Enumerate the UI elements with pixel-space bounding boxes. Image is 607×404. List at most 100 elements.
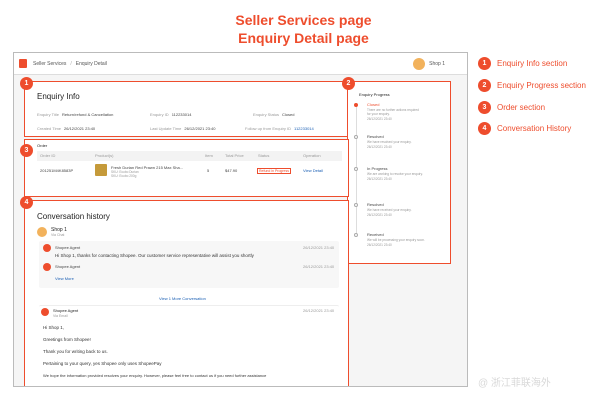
progress-step-time: 26/12/2021 23:40 bbox=[367, 117, 392, 121]
agent-avatar bbox=[43, 263, 51, 271]
progress-step-time: 26/12/2021 23:40 bbox=[367, 213, 392, 217]
progress-step-desc-2: for your enquiry. bbox=[367, 112, 390, 116]
order-table-header bbox=[37, 151, 342, 161]
total-price-cell: $47.90 bbox=[225, 168, 238, 173]
item-count-cell: 5 bbox=[207, 168, 210, 173]
order-status-badge: Refund in Progress bbox=[257, 168, 291, 174]
progress-step-desc: We have resolved your enquiry. bbox=[367, 140, 412, 144]
shopee-logo-icon[interactable] bbox=[19, 59, 27, 68]
conversation-history-title: Conversation history bbox=[37, 212, 110, 221]
order-title: Order bbox=[37, 143, 48, 148]
order-header-item: Item bbox=[205, 153, 213, 158]
message-text: Hi Shop 1, thanks for contacting Shopee.… bbox=[55, 253, 254, 258]
agent-channel: Via Email bbox=[53, 314, 68, 318]
legend-label: Enquiry Progress section bbox=[497, 81, 586, 90]
order-header-id: Order ID bbox=[40, 153, 56, 158]
enquiry-title-label: Enquiry Title bbox=[37, 112, 60, 117]
enquiry-info-section: 1 Enquiry Info Enquiry Title Return/refun… bbox=[20, 77, 349, 137]
heading-enquiry-detail: Enquiry Detail page bbox=[238, 30, 369, 46]
progress-step-desc: We will be processing your enquiry soon. bbox=[367, 238, 425, 242]
created-time-value: 26/12/2021 23:40 bbox=[64, 126, 96, 131]
view-detail-link[interactable]: View Detail bbox=[303, 168, 323, 173]
agent-message-line: Hi Shop 1, bbox=[43, 325, 65, 330]
last-update-label: Last Update Time bbox=[150, 126, 182, 131]
order-header-price: Total Price bbox=[225, 153, 244, 158]
section-badge-2: 2 bbox=[342, 77, 355, 90]
progress-step-dot bbox=[354, 135, 358, 139]
legend-item-conversation: 4 Conversation History bbox=[478, 122, 571, 135]
progress-step-dot bbox=[354, 233, 358, 237]
agent-avatar bbox=[43, 244, 51, 252]
follow-up-label: Follow up from Enquiry ID bbox=[245, 126, 292, 131]
enquiry-info-title: Enquiry Info bbox=[37, 92, 80, 101]
legend-item-enquiry-progress: 2 Enquiry Progress section bbox=[478, 79, 586, 92]
progress-step-name: Received bbox=[367, 232, 384, 237]
breadcrumb-enquiry-detail: Enquiry Detail bbox=[75, 61, 107, 67]
last-update-value: 26/12/2021 23:40 bbox=[184, 126, 216, 131]
enquiry-status-value: Closed bbox=[282, 112, 295, 117]
shop-account[interactable]: Shop 1 bbox=[413, 58, 445, 70]
progress-step-name: In Progress bbox=[367, 166, 388, 171]
progress-step-time: 26/12/2021 23:40 bbox=[367, 243, 392, 247]
agent-message-line: Pertaining to your query, yes Shopee onl… bbox=[43, 361, 162, 366]
conversation-thread-card bbox=[39, 241, 339, 288]
progress-step-time: 26/12/2021 23:40 bbox=[367, 145, 392, 149]
agent-name: Shopee Agent bbox=[53, 308, 79, 313]
conversation-shop-channel: Via Chat bbox=[51, 233, 65, 237]
view-more-link[interactable]: View More bbox=[55, 276, 74, 281]
legend-label: Enquiry Info section bbox=[497, 59, 568, 68]
breadcrumb-separator: / bbox=[70, 61, 72, 67]
order-header-status: Status bbox=[258, 153, 270, 158]
progress-step-dot bbox=[354, 103, 358, 107]
legend-badge: 4 bbox=[478, 122, 491, 135]
agent-avatar bbox=[41, 308, 49, 316]
message-sender: Shopee Agent bbox=[55, 264, 81, 269]
top-bar: Seller Services / Enquiry Detail Shop 1 bbox=[14, 53, 467, 75]
order-header-products: Product(s) bbox=[95, 153, 114, 158]
progress-step-desc: We have received your enquiry. bbox=[367, 208, 412, 212]
enquiry-title-value: Return/refund & Cancellation bbox=[62, 112, 114, 117]
progress-step-time: 26/12/2021 23:40 bbox=[367, 177, 392, 181]
section-badge-1: 1 bbox=[20, 77, 33, 90]
progress-step-name: Resolved bbox=[367, 134, 384, 139]
progress-step-desc: We are working to resolve your enquiry. bbox=[367, 172, 423, 176]
progress-step-name: Resolved bbox=[367, 202, 384, 207]
legend-badge: 2 bbox=[478, 79, 491, 92]
enquiry-status-label: Enquiry Status bbox=[253, 112, 280, 117]
watermark: @ 浙江菲联海外 bbox=[478, 378, 551, 389]
progress-step-name: Closed bbox=[367, 102, 380, 107]
order-id-cell: 201251M4K8583P bbox=[40, 168, 74, 173]
enquiry-id-label: Enquiry ID bbox=[150, 112, 169, 117]
order-header-operation: Operation bbox=[303, 153, 321, 158]
enquiry-progress-section: 2 Enquiry Progress Closed There are no f… bbox=[342, 77, 451, 264]
app-window: Seller Services / Enquiry Detail Shop 1 1 … bbox=[13, 52, 468, 387]
view-more-conversation-link[interactable]: View 1 More Conversation bbox=[159, 296, 206, 301]
follow-up-link[interactable]: 112233014 bbox=[294, 126, 314, 131]
conversation-history-section: 4 Conversation history Shop 1 Via Chat S… bbox=[20, 196, 349, 386]
agent-message-line: Thank you for writing back to us. bbox=[43, 349, 108, 354]
created-time-label: Created Time bbox=[37, 126, 62, 131]
breadcrumb-seller-services[interactable]: Seller Services bbox=[33, 61, 66, 67]
message-time: 26/12/2021 23:40 bbox=[303, 245, 335, 250]
agent-message-line: We hope the information provided resolve… bbox=[43, 373, 267, 378]
enquiry-id-value: 112233014 bbox=[171, 112, 192, 117]
shop-name: Shop 1 bbox=[429, 61, 445, 67]
legend-badge: 3 bbox=[478, 101, 491, 114]
product-thumbnail bbox=[95, 164, 107, 176]
agent-message-line: Greetings from Shopee! bbox=[43, 337, 91, 342]
legend-item-enquiry-info: 1 Enquiry Info section bbox=[478, 57, 567, 70]
heading-seller-services: Seller Services page bbox=[235, 12, 372, 28]
progress-step-dot bbox=[354, 203, 358, 207]
section-badge-4: 4 bbox=[20, 196, 33, 209]
message-time: 26/12/2021 23:40 bbox=[303, 264, 335, 269]
enquiry-progress-title: Enquiry Progress bbox=[359, 92, 390, 97]
legend-item-order: 3 Order section bbox=[478, 101, 545, 114]
legend-label: Order section bbox=[497, 103, 546, 112]
order-section: 3 Order Order ID Product(s) Item Total P… bbox=[20, 139, 349, 197]
shop-avatar bbox=[413, 58, 426, 70]
progress-step-dot bbox=[354, 167, 358, 171]
section-badge-3: 3 bbox=[20, 144, 33, 157]
message-sender: Shopee Agent bbox=[55, 245, 81, 250]
product-variation-cell-2: SKU: Ecubo 200g bbox=[111, 174, 137, 178]
agent-message-time: 26/12/2021 23:40 bbox=[303, 308, 335, 313]
